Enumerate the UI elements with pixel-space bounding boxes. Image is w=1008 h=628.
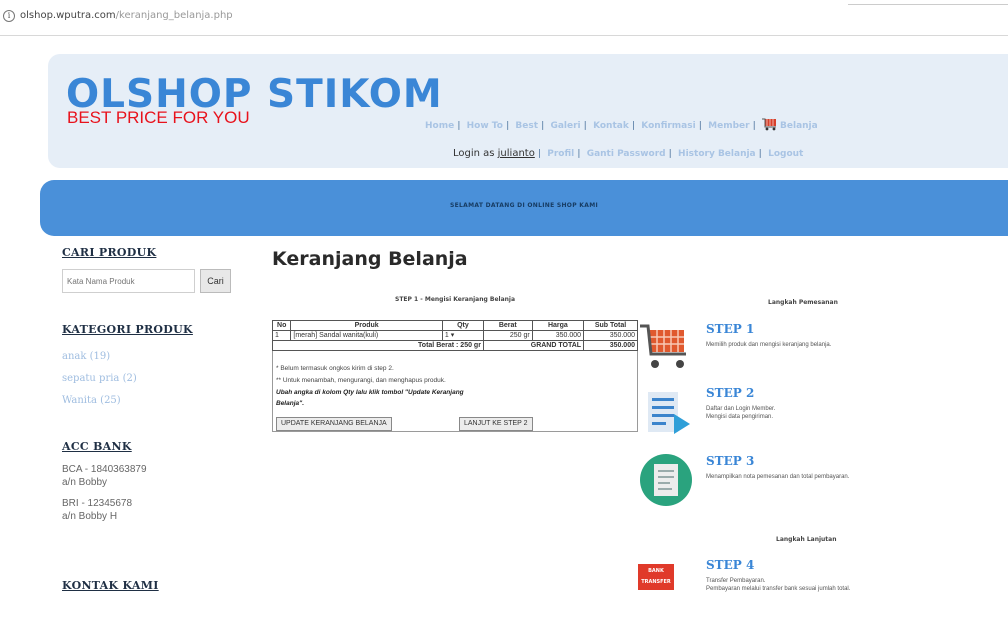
step-2: STEP 2 Daftar dan Login Member. Mengisi … xyxy=(638,384,1008,440)
cart-table: No Produk Qty Berat Harga Sub Total 1 [m… xyxy=(271,320,638,351)
step-description: Pembayaran melalui transfer bank sesuai … xyxy=(706,586,851,592)
step-description: Mengisi data pengiriman. xyxy=(706,414,774,420)
login-prefix: Login as xyxy=(453,148,495,159)
cart-note: * Belum termasuk ongkos kirim di step 2. xyxy=(276,365,394,372)
cell-weight: 250 gr xyxy=(482,330,533,341)
browser-url-bar[interactable]: i olshop.wputra.com/keranjang_belanja.ph… xyxy=(0,0,1008,36)
column-header: Qty xyxy=(441,320,484,331)
shopping-cart-icon xyxy=(640,324,686,368)
cart-panel: No Produk Qty Berat Harga Sub Total 1 [m… xyxy=(271,320,638,432)
category-item[interactable]: sepatu pria (2) xyxy=(62,368,242,390)
user-nav: Login as julianto | Profil | Ganti Passwor… xyxy=(453,148,804,159)
update-cart-button[interactable]: UPDATE KERANJANG BELANJA xyxy=(276,417,392,431)
sidebar: CARI PRODUK Cari KATEGORI PRODUK anak (1… xyxy=(62,246,242,592)
cell-no: 1 xyxy=(271,330,292,341)
url-text[interactable]: olshop.wputra.com/keranjang_belanja.php xyxy=(20,10,233,21)
column-header: Harga xyxy=(531,320,585,331)
category-item[interactable]: anak (19) xyxy=(62,346,242,368)
table-row: 1 [merah] Sandal wanita(kuli) 1 ▾ 250 gr… xyxy=(271,330,638,341)
step-description: Menampilkan nota pemesanan dan total pem… xyxy=(706,474,850,480)
step-description: Memilih produk dan mengisi keranjang bel… xyxy=(706,342,832,348)
nav-profil[interactable]: Profil xyxy=(547,149,574,159)
contact-heading: KONTAK KAMI xyxy=(62,579,159,592)
search-button[interactable]: Cari xyxy=(200,269,231,293)
step-4: BANK TRANSFER STEP 4 Transfer Pembayaran… xyxy=(638,556,1008,612)
grand-total-value: 350.000 xyxy=(583,340,638,351)
nav-member[interactable]: Member xyxy=(708,121,749,131)
search-form: Cari xyxy=(62,269,242,293)
url-path: /keranjang_belanja.php xyxy=(115,10,233,21)
step-3: STEP 3 Menampilkan nota pemesanan dan to… xyxy=(638,452,1008,508)
column-header: Produk xyxy=(290,320,443,331)
step-title: STEP 4 xyxy=(706,558,755,572)
welcome-text: SELAMAT DATANG DI ONLINE SHOP KAMI xyxy=(450,202,598,209)
site-tagline: BEST PRICE FOR YOU xyxy=(67,108,250,127)
nav-history-belanja[interactable]: History Belanja xyxy=(678,149,756,159)
column-header: No xyxy=(271,320,292,331)
nav-logout[interactable]: Logout xyxy=(768,149,803,159)
table-header-row: No Produk Qty Berat Harga Sub Total xyxy=(271,320,638,331)
bank-list: BCA - 1840363879 a/n Bobby BRI - 12345678… xyxy=(62,463,242,523)
login-user-link[interactable]: julianto xyxy=(498,148,535,159)
grand-total-label: GRAND TOTAL xyxy=(482,340,585,351)
bank-heading: ACC BANK xyxy=(62,440,132,453)
form-edit-icon xyxy=(648,392,690,434)
info-icon[interactable]: i xyxy=(3,10,15,22)
step-title: STEP 1 xyxy=(706,322,755,336)
cell-price: 350.000 xyxy=(531,330,585,341)
category-item[interactable]: Wanita (25) xyxy=(62,390,242,412)
nav-galeri[interactable]: Galeri xyxy=(550,121,580,131)
nav-how-to[interactable]: How To xyxy=(467,121,503,131)
search-input[interactable] xyxy=(62,269,195,293)
step-title: STEP 3 xyxy=(706,454,755,468)
nav-best[interactable]: Best xyxy=(515,121,538,131)
page-title: Keranjang Belanja xyxy=(272,248,468,270)
invoice-icon xyxy=(640,454,692,506)
next-step-button[interactable]: LANJUT KE STEP 2 xyxy=(459,417,533,431)
nav-home[interactable]: Home xyxy=(425,121,454,131)
nav-konfirmasi[interactable]: Konfirmasi xyxy=(641,121,695,131)
nav-belanja[interactable]: Belanja xyxy=(780,121,818,131)
step-description: Transfer Pembayaran. xyxy=(706,578,766,584)
step-description: Daftar dan Login Member. xyxy=(706,406,776,412)
category-heading: KATEGORI PRODUK xyxy=(62,323,193,336)
site-header: OLSHOP STIKOM BEST PRICE FOR YOU Home | H… xyxy=(48,54,1008,168)
bank-account: BRI - 12345678 xyxy=(62,498,133,509)
bank-transfer-icon: BANK TRANSFER xyxy=(638,564,674,590)
steps-heading: Langkah Pemesanan xyxy=(768,299,838,306)
cell-product[interactable]: [merah] Sandal wanita(kuli) xyxy=(290,330,443,341)
step-caption: STEP 1 - Mengisi Keranjang Belanja xyxy=(395,296,515,303)
bank-item: BCA - 1840363879 a/n Bobby xyxy=(62,463,242,489)
qty-value: 1 xyxy=(444,332,449,339)
column-header: Sub Total xyxy=(583,320,638,331)
shopping-cart-icon[interactable] xyxy=(762,118,778,131)
column-header: Berat xyxy=(482,320,533,331)
main-nav: Home | How To | Best | Galeri | Kontak | Konf… xyxy=(425,118,818,131)
step-title: STEP 2 xyxy=(706,386,755,400)
cart-note: ** Untuk menambah, mengurangi, dan mengh… xyxy=(276,377,446,384)
bank-holder: a/n Bobby xyxy=(62,477,108,488)
welcome-banner: SELAMAT DATANG DI ONLINE SHOP KAMI xyxy=(40,180,1008,236)
bank-account: BCA - 1840363879 xyxy=(62,464,147,475)
bank-item: BRI - 12345678 a/n Bobby H xyxy=(62,497,242,523)
cart-note: Belanja". xyxy=(276,400,305,407)
category-list: anak (19) sepatu pria (2) Wanita (25) xyxy=(62,346,242,412)
bank-holder: a/n Bobby H xyxy=(62,511,118,522)
total-weight: Total Berat : 250 gr xyxy=(272,340,484,351)
divider xyxy=(848,4,1008,5)
nav-ganti-password[interactable]: Ganti Password xyxy=(587,149,666,159)
cart-note: Ubah angka di kolom Qty lalu klik tombol… xyxy=(276,389,464,396)
steps-heading-2: Langkah Lanjutan xyxy=(776,536,837,543)
step-1: STEP 1 Memilih produk dan mengisi keranj… xyxy=(638,320,1008,376)
url-domain: olshop.wputra.com xyxy=(20,10,116,21)
bank-transfer-label: BANK TRANSFER xyxy=(641,568,671,585)
chevron-down-icon: ▾ xyxy=(450,332,455,339)
table-total-row: Total Berat : 250 gr GRAND TOTAL 350.000 xyxy=(272,340,638,351)
nav-kontak[interactable]: Kontak xyxy=(593,121,629,131)
qty-select[interactable]: 1 ▾ xyxy=(441,330,484,341)
search-heading: CARI PRODUK xyxy=(62,246,157,259)
cell-subtotal: 350.000 xyxy=(583,330,638,341)
